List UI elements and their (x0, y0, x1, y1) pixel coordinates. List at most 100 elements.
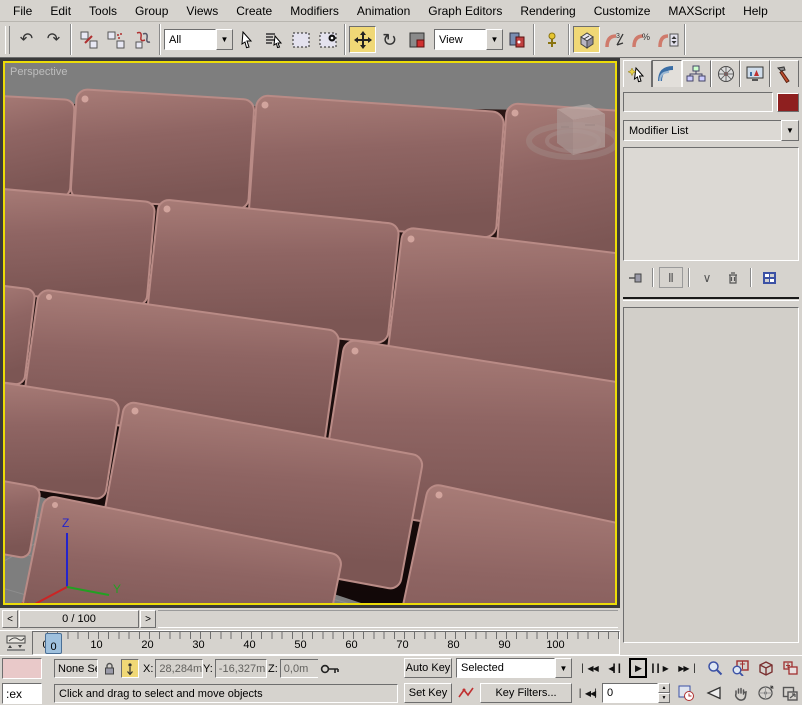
play-button[interactable]: ▶ (629, 658, 647, 678)
go-to-end-button[interactable]: ▶▶▕ (674, 658, 698, 678)
show-end-result-button[interactable]: Ⅱ (659, 267, 683, 288)
time-configuration-button[interactable] (676, 683, 696, 703)
redo-button[interactable]: ↷ (40, 26, 67, 53)
menu-item[interactable]: MAXScript (659, 1, 734, 21)
menu-item[interactable]: Rendering (511, 1, 584, 21)
zoom-button[interactable] (704, 658, 726, 678)
x-coordinate-field[interactable]: 28,284m (155, 659, 203, 678)
menu-item[interactable]: Edit (41, 1, 80, 21)
auto-key-button[interactable]: Auto Key (404, 658, 452, 678)
object-color-swatch[interactable] (777, 93, 799, 112)
configure-modifier-sets-button[interactable] (757, 267, 781, 288)
window-crossing-button[interactable] (314, 26, 341, 53)
zoom-extents-all-button[interactable] (779, 658, 801, 678)
spinner-down-icon[interactable]: ▼ (658, 693, 670, 703)
maximize-viewport-toggle[interactable] (779, 683, 801, 703)
maxscript-macro-recorder[interactable] (2, 658, 42, 679)
ruler-numbers: 0102030405060708090100 (32, 639, 619, 651)
menu-item[interactable]: Group (126, 1, 177, 21)
time-slider-thumb[interactable]: 0 / 100 (19, 610, 139, 628)
maxscript-mini-listener[interactable]: :ex (2, 683, 42, 704)
menu-item[interactable]: File (4, 1, 41, 21)
undo-button[interactable]: ↶ (13, 26, 40, 53)
menu-item[interactable]: Tools (80, 1, 126, 21)
next-frame-button[interactable]: ▎▎▶ (650, 658, 670, 678)
menu-item[interactable]: Graph Editors (419, 1, 511, 21)
selection-filter-dropdown[interactable]: All ▼ (164, 29, 233, 50)
modifier-stack-list[interactable] (623, 147, 799, 261)
arc-rotate-button[interactable] (754, 683, 776, 703)
menu-item[interactable]: Animation (348, 1, 419, 21)
pan-view-button[interactable] (729, 683, 751, 703)
bind-to-space-warp-button[interactable] (129, 26, 156, 53)
select-and-link-button[interactable] (75, 26, 102, 53)
toolbar-grip[interactable] (5, 26, 10, 54)
next-frame-arrow[interactable]: > (140, 610, 156, 628)
snaps-toggle-button[interactable] (573, 26, 600, 53)
tab-modify[interactable] (652, 60, 681, 87)
select-object-button[interactable] (233, 26, 260, 53)
angle-snap-toggle-button[interactable]: 3 (600, 26, 627, 53)
tab-utilities[interactable] (770, 60, 799, 87)
transform-gizmo-key-toggle[interactable] (318, 659, 342, 678)
track-bar-ruler[interactable]: 0102030405060708090100 0 (32, 631, 620, 655)
zoom-extents-button[interactable] (754, 658, 776, 678)
y-coordinate-field[interactable]: -16,327m (215, 659, 267, 678)
previous-frame-arrow[interactable]: < (2, 610, 18, 628)
go-to-start-button[interactable]: ▏◀◀ (578, 658, 602, 678)
tab-motion[interactable] (711, 60, 740, 87)
current-frame-marker[interactable]: 0 (45, 633, 62, 654)
key-filters-button[interactable]: Key Filters... (480, 683, 572, 703)
menu-bar: FileEditToolsGroupViewsCreateModifiersAn… (0, 0, 802, 22)
make-unique-button[interactable]: ∨ (695, 267, 719, 288)
frame-spinner[interactable]: ▲ ▼ (658, 683, 670, 703)
spinner-snap-toggle-button[interactable] (654, 26, 681, 53)
use-pivot-point-center-button[interactable] (503, 26, 530, 53)
z-coordinate-field[interactable]: 0,0m (280, 659, 320, 678)
spinner-up-icon[interactable]: ▲ (658, 683, 670, 693)
track-bar: 0102030405060708090100 0 (0, 630, 620, 655)
pin-stack-button[interactable] (623, 267, 647, 288)
key-icon (320, 663, 340, 675)
modifier-list-dropdown[interactable]: Modifier List ▼ (623, 120, 799, 141)
unlink-selection-button[interactable] (102, 26, 129, 53)
manipulate-icon (543, 31, 561, 49)
field-of-view-button[interactable] (704, 683, 726, 703)
remove-modifier-button[interactable] (721, 267, 745, 288)
tab-create[interactable] (623, 60, 652, 87)
tab-display[interactable] (740, 60, 769, 87)
menu-item[interactable]: Modifiers (281, 1, 348, 21)
menu-item[interactable]: Customize (585, 1, 660, 21)
selection-lock-toggle[interactable] (101, 659, 117, 678)
key-filter-scope-value: Selected (456, 658, 555, 678)
menu-item[interactable]: Help (734, 1, 777, 21)
select-and-scale-button[interactable] (403, 26, 430, 53)
zoom-all-button[interactable] (729, 658, 751, 678)
open-mini-curve-editor-button[interactable] (2, 633, 30, 654)
rollout-area (623, 307, 799, 643)
command-panel: Modifier List ▼ Ⅱ ∨ (620, 58, 802, 655)
current-frame-field[interactable]: 0 (602, 683, 658, 703)
absolute-offset-mode-toggle[interactable] (121, 659, 139, 678)
select-and-rotate-button[interactable]: ↻ (376, 26, 403, 53)
tab-hierarchy[interactable] (682, 60, 711, 87)
select-and-manipulate-button[interactable] (538, 26, 565, 53)
set-keys-mode-button[interactable] (456, 683, 476, 703)
hand-icon (733, 686, 748, 701)
key-filter-scope-dropdown[interactable]: Selected ▼ (456, 658, 572, 678)
menu-item[interactable]: Views (177, 1, 227, 21)
set-key-button[interactable]: Set Key (404, 683, 452, 703)
key-mode-toggle-button[interactable]: ▏◀◀▏ (578, 683, 602, 703)
ruler-tick-label: 40 (224, 639, 275, 651)
rectangular-selection-region-button[interactable] (287, 26, 314, 53)
time-slider-track[interactable] (158, 610, 618, 628)
object-name-field[interactable] (623, 92, 773, 112)
perspective-viewport[interactable]: Z X Y Perspective (3, 61, 617, 605)
select-by-name-button[interactable] (260, 26, 287, 53)
percent-snap-toggle-button[interactable]: % (627, 26, 654, 53)
menu-item[interactable]: Create (227, 1, 281, 21)
select-and-move-button[interactable] (349, 26, 376, 53)
previous-frame-button[interactable]: ◀▎▎ (606, 658, 626, 678)
reference-coordinate-system-dropdown[interactable]: View ▼ (434, 29, 503, 50)
viewport-label[interactable]: Perspective (10, 66, 67, 78)
